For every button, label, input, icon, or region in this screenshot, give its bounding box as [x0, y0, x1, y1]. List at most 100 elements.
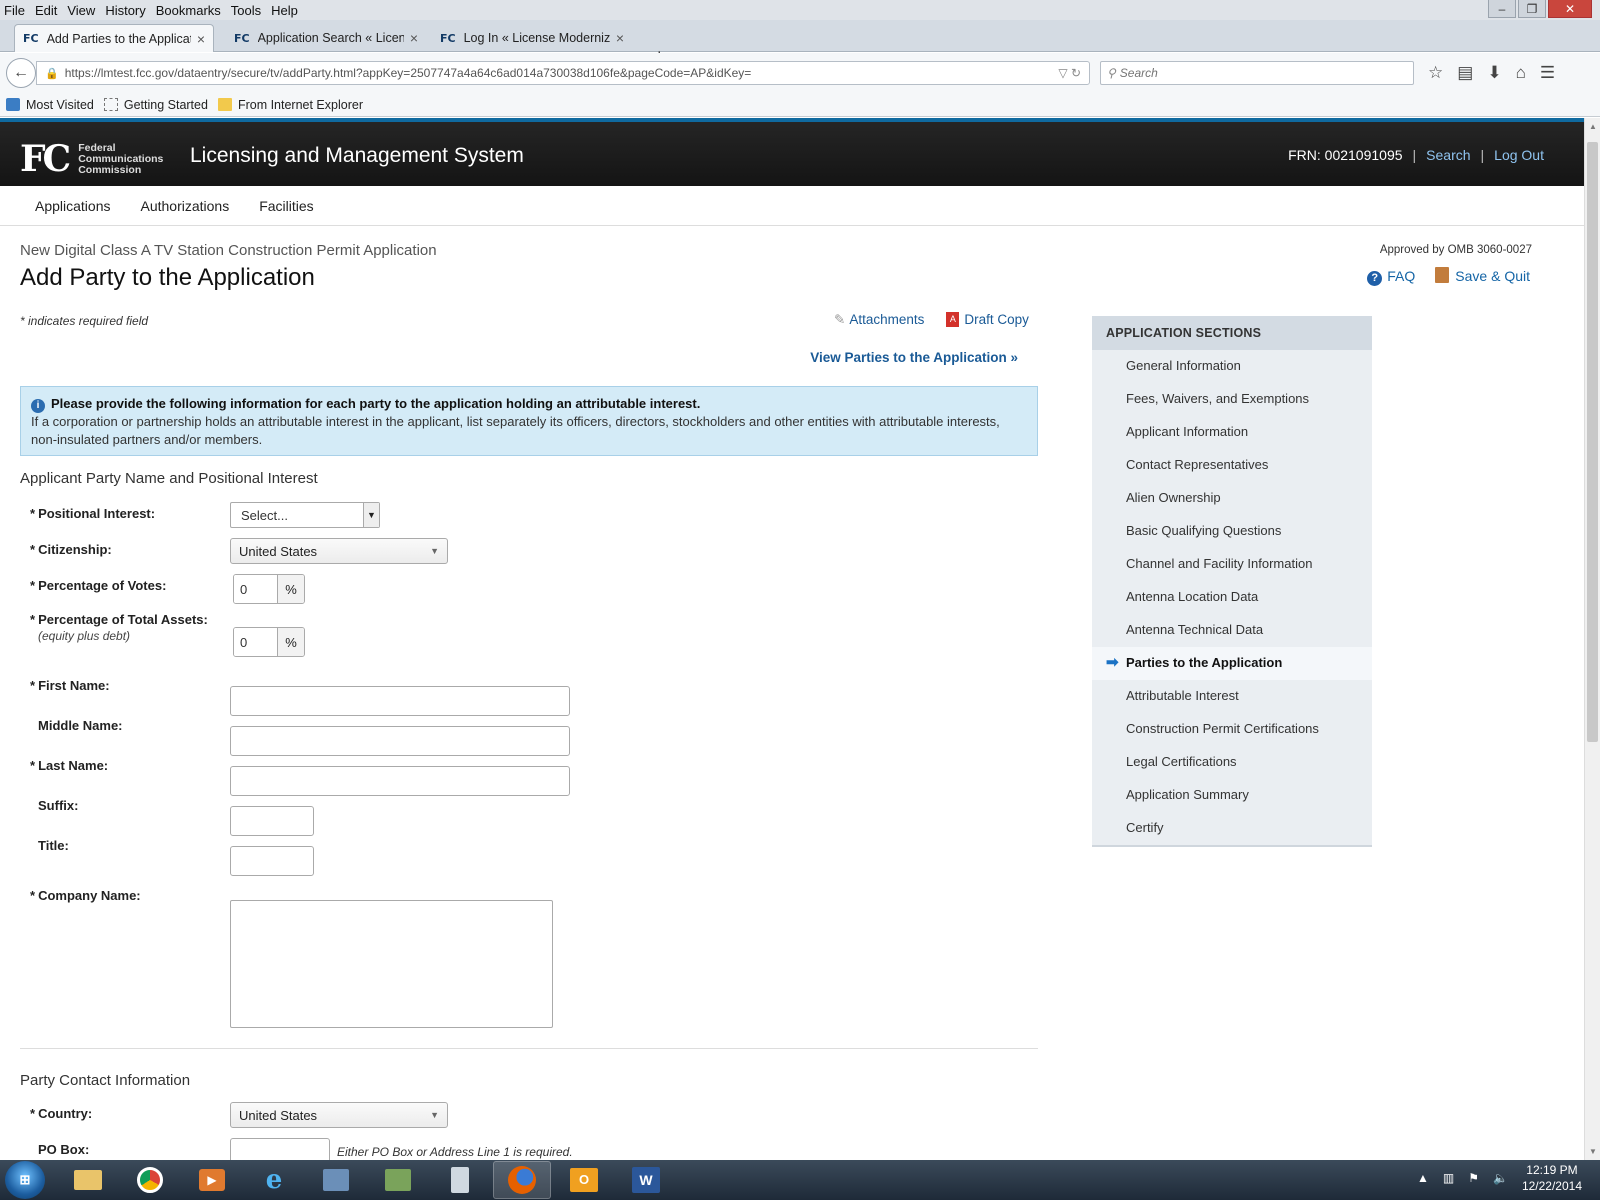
sidebar-item-attributable-interest[interactable]: Attributable Interest [1092, 680, 1372, 713]
menu-view[interactable]: View [67, 3, 95, 18]
page-scrollbar[interactable]: ▲ ▼ [1584, 118, 1600, 1160]
remote-desktop-icon[interactable] [369, 1161, 427, 1199]
header-search-link[interactable]: Search [1426, 147, 1470, 163]
sidebar-item-antenna-technical[interactable]: Antenna Technical Data [1092, 614, 1372, 647]
bookmark-from-ie[interactable]: From Internet Explorer [217, 98, 363, 112]
back-arrow-icon[interactable]: ← [6, 58, 36, 88]
nav-applications[interactable]: Applications [35, 198, 111, 214]
sidebar-item-fees-waivers[interactable]: Fees, Waivers, and Exemptions [1092, 383, 1372, 416]
url-bar[interactable]: 🔒 https://lmtest.fcc.gov/dataentry/secur… [36, 61, 1090, 85]
firefox-icon[interactable] [493, 1161, 551, 1199]
bookmark-most-visited[interactable]: Most Visited [6, 98, 94, 112]
sidebar-item-certify[interactable]: Certify [1092, 812, 1372, 845]
browser-search-box[interactable]: ⚲ [1100, 61, 1414, 85]
sidebar-item-antenna-location[interactable]: Antenna Location Data [1092, 581, 1372, 614]
faq-link[interactable]: ? FAQ [1367, 268, 1415, 286]
menu-tools[interactable]: Tools [231, 3, 261, 18]
reload-icon[interactable]: ▽ ↻ [1058, 66, 1081, 80]
tab-label: Add Parties to the Applicat... [46, 31, 191, 46]
pct-assets-input[interactable] [234, 628, 278, 656]
close-window-icon[interactable]: ✕ [1548, 0, 1592, 18]
sidebar-item-cp-certifications[interactable]: Construction Permit Certifications [1092, 713, 1372, 746]
fcc-favicon-icon: FC [234, 31, 250, 45]
scroll-down-icon[interactable]: ▼ [1589, 1147, 1597, 1156]
chevron-down-icon: ▼ [430, 1110, 439, 1120]
fcc-logo-text: Federal Communications Commission [78, 141, 164, 176]
menu-file[interactable]: File [4, 3, 25, 18]
tab-close-icon[interactable]: × [410, 30, 418, 46]
browser-tab-log-in[interactable]: FC Log In « License Moderniza... × [432, 24, 632, 52]
draft-copy-link[interactable]: A Draft Copy [946, 312, 1029, 328]
network-icon[interactable]: ▥ [1443, 1171, 1454, 1185]
info-body: If a corporation or partnership holds an… [31, 414, 1000, 447]
tab-close-icon[interactable]: × [616, 30, 624, 46]
tab-close-icon[interactable]: × [197, 31, 205, 47]
home-icon[interactable]: ⌂ [1516, 63, 1526, 83]
sidebar-item-applicant-information[interactable]: Applicant Information [1092, 416, 1372, 449]
scroll-up-icon[interactable]: ▲ [1589, 122, 1597, 131]
file-explorer-icon[interactable] [59, 1161, 117, 1199]
word-icon[interactable]: W [617, 1161, 675, 1199]
clock[interactable]: 12:19 PM 12/22/2014 [1522, 1162, 1582, 1194]
last-name-input[interactable] [230, 766, 570, 796]
restore-icon[interactable]: ❐ [1518, 0, 1546, 18]
reading-list-icon[interactable]: ▤ [1457, 63, 1473, 83]
minimize-icon[interactable]: – [1488, 0, 1516, 18]
sidebar-item-legal-certifications[interactable]: Legal Certifications [1092, 746, 1372, 779]
nav-authorizations[interactable]: Authorizations [141, 198, 230, 214]
download-arrow-icon[interactable]: ⬇ [1487, 63, 1501, 83]
volume-icon[interactable]: 🔈 [1493, 1171, 1508, 1185]
info-title: Please provide the following information… [51, 396, 701, 411]
country-select[interactable]: United States ▼ [230, 1102, 448, 1128]
hamburger-menu-icon[interactable]: ☰ [1540, 63, 1555, 83]
nav-facilities[interactable]: Facilities [259, 198, 313, 214]
save-quit-link[interactable]: Save & Quit [1435, 267, 1530, 286]
menu-bookmarks[interactable]: Bookmarks [156, 3, 221, 18]
outlook-icon[interactable]: O [555, 1161, 613, 1199]
scrollbar-thumb[interactable] [1587, 142, 1598, 742]
last-name-label: * Last Name: [30, 758, 109, 773]
view-parties-link[interactable]: View Parties to the Application » [810, 350, 1018, 365]
sidebar-item-parties[interactable]: ➡ Parties to the Application [1092, 647, 1372, 680]
company-name-textarea[interactable] [230, 900, 553, 1028]
menu-help[interactable]: Help [271, 3, 298, 18]
menu-history[interactable]: History [105, 3, 145, 18]
menu-edit[interactable]: Edit [35, 3, 57, 18]
media-player-icon[interactable]: ▶ [183, 1161, 241, 1199]
positional-interest-select[interactable]: Select... ▼ [230, 502, 380, 528]
attachments-link[interactable]: ✎ Attachments [834, 312, 924, 328]
pct-votes-input[interactable] [234, 575, 278, 603]
bookmark-star-icon[interactable]: ☆ [1428, 63, 1443, 83]
sidebar-item-application-summary[interactable]: Application Summary [1092, 779, 1372, 812]
network-tool-icon[interactable] [307, 1161, 365, 1199]
title-input[interactable] [230, 846, 314, 876]
logout-link[interactable]: Log Out [1494, 147, 1544, 163]
browser-tab-add-parties[interactable]: FC Add Parties to the Applicat... × [14, 24, 214, 52]
suffix-input[interactable] [230, 806, 314, 836]
sidebar-item-channel-facility[interactable]: Channel and Facility Information [1092, 548, 1372, 581]
sidebar-item-general-information[interactable]: General Information [1092, 350, 1372, 383]
action-center-flag-icon[interactable]: ⚑ [1468, 1171, 1479, 1185]
sidebar-item-alien-ownership[interactable]: Alien Ownership [1092, 482, 1372, 515]
bookmark-getting-started[interactable]: Getting Started [103, 98, 208, 112]
chrome-icon[interactable] [121, 1161, 179, 1199]
show-hidden-icons-icon[interactable]: ▲ [1417, 1171, 1429, 1185]
pct-votes-group: % [233, 574, 305, 604]
first-name-input[interactable] [230, 686, 570, 716]
internet-explorer-icon[interactable]: e [245, 1161, 303, 1199]
po-box-hint: Either PO Box or Address Line 1 is requi… [337, 1145, 573, 1159]
browser-search-input[interactable] [1119, 66, 1380, 80]
middle-name-input[interactable] [230, 726, 570, 756]
percent-unit: % [278, 575, 304, 603]
first-name-label: * First Name: [30, 678, 110, 693]
browser-tab-application-search[interactable]: FC Application Search « Licen... × [226, 24, 426, 52]
calculator-icon[interactable] [431, 1161, 489, 1199]
po-box-input[interactable] [230, 1138, 330, 1160]
fcc-logo[interactable]: FC Federal Communications Commission [20, 138, 163, 180]
sidebar-item-contact-representatives[interactable]: Contact Representatives [1092, 449, 1372, 482]
start-button-icon[interactable]: ⊞ [5, 1161, 45, 1199]
door-exit-icon [1435, 267, 1450, 284]
dropdown-caret-icon[interactable]: ▼ [363, 503, 379, 527]
citizenship-select[interactable]: United States ▼ [230, 538, 448, 564]
sidebar-item-basic-qualifying[interactable]: Basic Qualifying Questions [1092, 515, 1372, 548]
